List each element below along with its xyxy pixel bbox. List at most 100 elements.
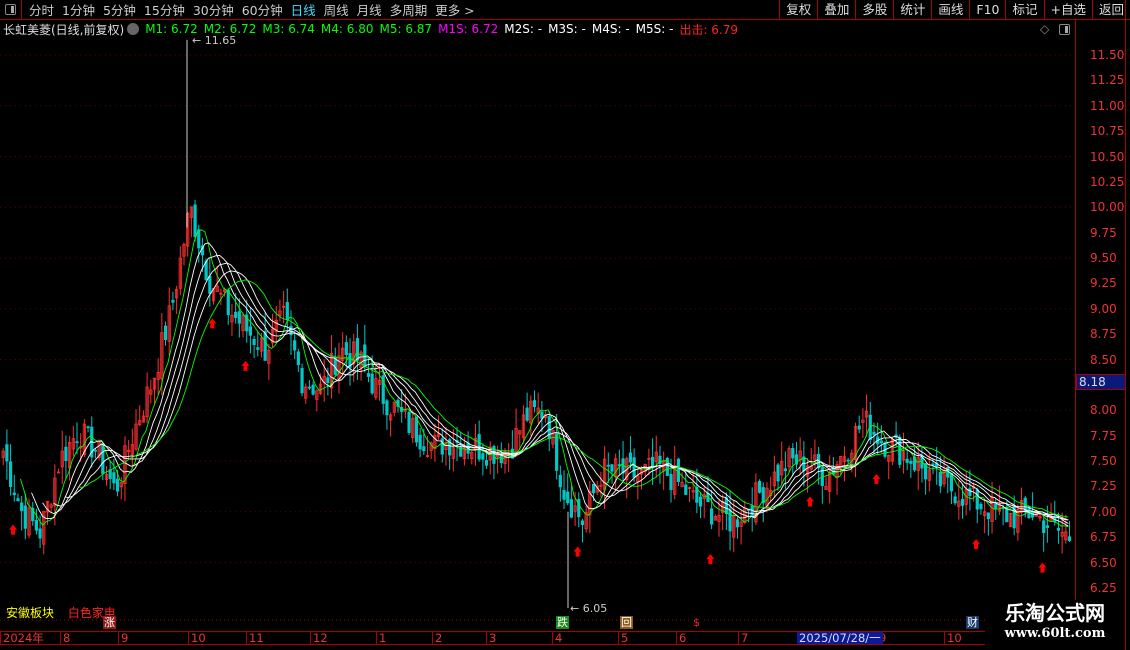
period-tab[interactable]: 5分钟	[99, 0, 140, 19]
candle-body	[23, 505, 27, 529]
m3s-value: M3S: -	[548, 22, 586, 36]
panel-icon[interactable]	[1059, 23, 1071, 35]
time-axis: 2024年891011121234567910	[0, 631, 1075, 645]
candle-body	[591, 483, 596, 494]
candle-body	[115, 478, 120, 492]
m2s-value: M2S: -	[504, 22, 543, 36]
candle-body	[783, 468, 788, 472]
candle-body	[234, 311, 238, 318]
sidebar-toggle-button[interactable]	[0, 0, 22, 20]
price-tick: 8.00	[1090, 403, 1117, 418]
candle-body	[300, 368, 304, 394]
event-marker[interactable]: 回	[620, 616, 633, 629]
candle-body	[193, 204, 197, 237]
time-tick: 6	[676, 632, 686, 645]
candle-body	[1056, 527, 1061, 531]
candle-body	[208, 275, 212, 294]
candle-body	[938, 472, 942, 487]
candle-body	[724, 497, 728, 514]
buy-arrow-icon	[872, 473, 881, 484]
toolbar-button[interactable]: F10	[969, 0, 1005, 20]
candle-body	[12, 492, 16, 496]
kline-chart[interactable]: ← 11.65← 6.05	[0, 0, 1075, 650]
buy-arrow-icon	[9, 524, 18, 535]
low-label: ← 6.05	[570, 602, 607, 615]
toolbar-button[interactable]: +自选	[1043, 0, 1092, 20]
buy-arrow-icon	[241, 360, 250, 371]
sector-label[interactable]: 安徽板块	[6, 606, 54, 620]
price-tick: 6.50	[1090, 555, 1117, 570]
candle-body	[610, 464, 614, 472]
candle-body	[163, 325, 168, 340]
candle-body	[905, 458, 909, 463]
candle-body	[606, 464, 610, 467]
candle-body	[64, 446, 68, 462]
period-tab[interactable]: 周线	[320, 0, 353, 19]
candle-body	[960, 498, 965, 506]
period-tab[interactable]: 日线	[287, 0, 320, 19]
time-tick: 3	[486, 632, 496, 645]
candle-body	[698, 496, 703, 507]
price-tick: 11.00	[1090, 98, 1125, 113]
candle-body	[857, 425, 861, 430]
time-tick: 2024年	[0, 632, 44, 645]
toolbar-button[interactable]: 叠加	[817, 0, 855, 20]
price-tick: 8.50	[1090, 352, 1117, 367]
axis-divider	[1125, 0, 1126, 650]
candle-body	[684, 484, 688, 495]
toolbar-button[interactable]: 标记	[1005, 0, 1043, 20]
period-tab[interactable]: 30分钟	[189, 0, 238, 19]
period-tab[interactable]: 多周期	[386, 0, 432, 19]
price-tick: 10.50	[1090, 149, 1125, 164]
diamond-icon[interactable]: ◇	[1040, 22, 1049, 36]
price-tick: 7.25	[1090, 479, 1117, 494]
panel-icon	[5, 4, 16, 15]
m1s-value: M1S: 6.72	[438, 22, 499, 36]
m1-value: M1: 6.72	[145, 22, 198, 36]
candle-body	[407, 411, 411, 433]
candle-body	[931, 463, 935, 466]
current-price-label: 8.18	[1076, 374, 1126, 390]
candle-body	[75, 441, 79, 444]
candle-body	[728, 509, 732, 532]
period-tab[interactable]: 1分钟	[58, 0, 99, 19]
candle-body	[879, 440, 883, 444]
candle-body	[112, 472, 116, 484]
event-marker[interactable]: 跌	[556, 616, 569, 629]
toolbar-button[interactable]: 画线	[931, 0, 969, 20]
ma-line	[20, 229, 1069, 528]
time-tick: 10	[188, 632, 206, 645]
event-marker[interactable]: 财	[966, 616, 979, 629]
candle-body	[953, 496, 957, 504]
period-tab[interactable]: 分时	[25, 0, 58, 19]
price-tick: 7.75	[1090, 428, 1117, 443]
candle-body	[872, 431, 876, 435]
candle-body	[344, 342, 348, 356]
event-marker[interactable]: 涨	[103, 616, 116, 629]
m2-value: M2: 6.72	[203, 22, 257, 36]
period-tab[interactable]: 更多 >	[431, 0, 478, 19]
dropdown-icon[interactable]	[127, 23, 140, 35]
toolbar-button[interactable]: 复权	[779, 0, 817, 20]
time-tick: 11	[246, 632, 264, 645]
price-tick: 7.00	[1090, 504, 1117, 519]
candle-body	[38, 528, 42, 539]
candle-body	[226, 289, 230, 316]
toolbar-button[interactable]: 统计	[893, 0, 931, 20]
price-tick: 9.25	[1090, 276, 1117, 291]
m5s-value: M5S: -	[635, 22, 674, 36]
event-marker[interactable]: $	[690, 616, 703, 629]
candle-body	[735, 519, 740, 528]
period-tab[interactable]: 15分钟	[140, 0, 189, 19]
toolbar-button[interactable]: 多股	[855, 0, 893, 20]
candle-body	[761, 487, 765, 504]
candle-body	[484, 460, 489, 466]
candle-body	[909, 460, 913, 464]
candle-body	[256, 347, 260, 350]
candle-body	[676, 458, 681, 482]
axis-divider	[1075, 20, 1076, 630]
period-tab[interactable]: 月线	[353, 0, 386, 19]
time-tick: 9	[118, 632, 128, 645]
period-tab[interactable]: 60分钟	[238, 0, 287, 19]
buy-arrow-icon	[806, 496, 815, 507]
